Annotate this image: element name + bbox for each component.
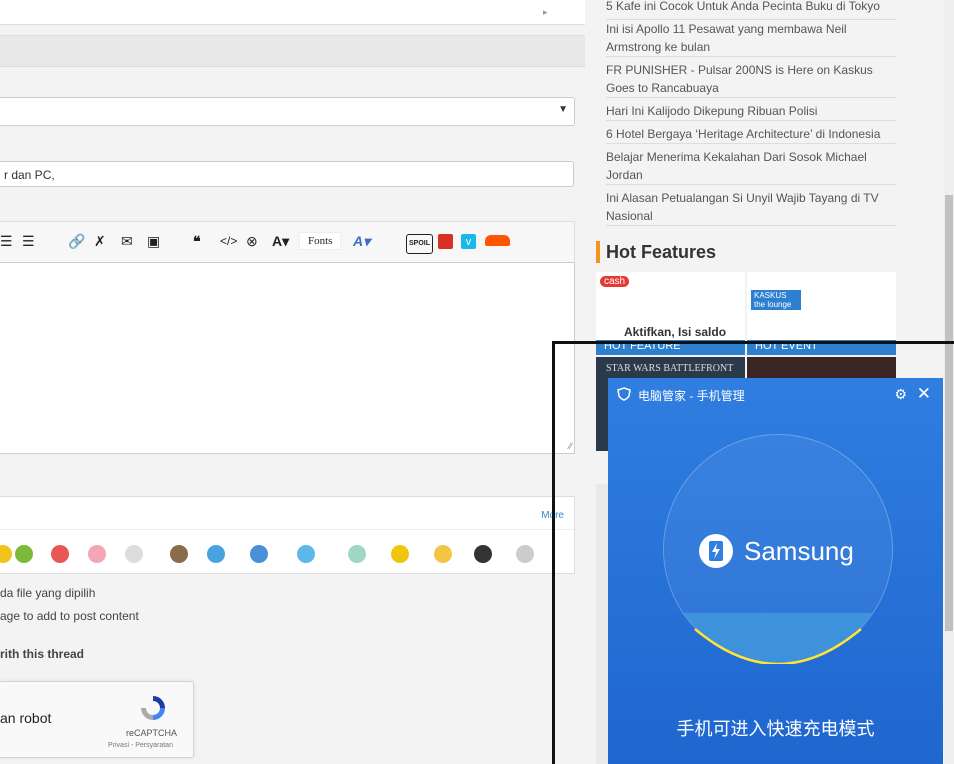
recaptcha-logo-icon <box>141 696 165 720</box>
quote-icon[interactable]: ❝ <box>193 233 201 249</box>
youtube-icon[interactable] <box>438 234 453 249</box>
smilies-panel: More <box>0 496 575 574</box>
popup-frame-border <box>552 341 954 344</box>
shield-icon <box>617 387 631 401</box>
smiley-icon[interactable] <box>88 545 106 563</box>
recaptcha-checkbox-label[interactable]: an robot <box>0 710 51 726</box>
resize-handle-icon[interactable]: ∕∕ <box>569 441 572 451</box>
smiley-icon[interactable] <box>474 545 492 563</box>
message-editor[interactable]: ∕∕ <box>0 262 575 454</box>
news-item[interactable]: FR PUNISHER - Pulsar 200NS is Here on Ka… <box>606 61 896 98</box>
cash-logo: cash <box>600 276 630 287</box>
smiley-icon[interactable] <box>0 545 12 563</box>
unlink-icon[interactable]: ✗ <box>94 233 106 249</box>
news-item[interactable]: Belajar Menerima Kekalahan Dari Sosok Mi… <box>606 148 896 185</box>
popup-title: 电脑管家 - 手机管理 <box>638 389 745 403</box>
lightning-bolt-icon <box>699 534 733 568</box>
font-size-icon[interactable]: A▾ <box>272 233 289 249</box>
top-panel: ▸ <box>0 0 585 25</box>
smiley-icon[interactable] <box>297 545 315 563</box>
indent-icon[interactable]: ☰ <box>22 233 35 249</box>
thumb-label: STAR WARS BATTLEFRONT <box>606 363 734 374</box>
fonts-dropdown[interactable]: Fonts <box>299 232 342 250</box>
spoiler-icon[interactable]: SPOIL <box>406 234 434 254</box>
smiley-icon[interactable] <box>15 545 33 563</box>
smiley-icon[interactable] <box>516 545 534 563</box>
fast-charge-message: 手机可进入快速充电模式 <box>676 719 875 739</box>
recaptcha-brand: reCAPTCHA <box>126 728 178 738</box>
smiley-icon[interactable] <box>125 545 143 563</box>
section-header-bar <box>0 35 585 67</box>
news-item[interactable]: 5 Kafe ini Cocok Untuk Anda Pecinta Buku… <box>606 0 896 20</box>
scroll-right-icon[interactable]: ▸ <box>543 7 548 18</box>
gear-icon[interactable]: ⚙ <box>894 386 907 403</box>
smiley-icon[interactable] <box>434 545 452 563</box>
link-icon[interactable]: 🔗 <box>68 233 85 249</box>
insert-image-hint: age to add to post content <box>0 609 139 623</box>
editor-toolbar: ☰ ☰ 🔗 ✗ ✉ ▣ ❝ </> ⊗ A▾ Fonts A▾ SPOIL v <box>0 221 575 263</box>
thumb-label: Aktifkan, Isi saldo <box>624 325 727 339</box>
hot-features-title: Hot Features <box>596 241 716 263</box>
recaptcha-widget[interactable]: an robot reCAPTCHA Privasi - Persyaratan <box>0 681 194 758</box>
image-icon[interactable]: ▣ <box>147 233 160 249</box>
lounge-logo: KASKUS the lounge <box>751 290 801 310</box>
device-brand-name: Samsung <box>744 536 854 566</box>
smiley-icon[interactable] <box>207 545 225 563</box>
news-item[interactable]: Hari Ini Kalijodo Dikepung Ribuan Polisi <box>606 102 896 121</box>
recaptcha-links[interactable]: Privasi - Persyaratan <box>108 742 173 749</box>
attachment-info: da file yang dipilih <box>0 586 96 600</box>
thread-title-input[interactable]: r dan PC, <box>0 161 574 187</box>
popup-frame-border <box>552 341 555 764</box>
soundcloud-icon[interactable] <box>485 235 510 246</box>
phone-manager-popup: 电脑管家 - 手机管理 ⚙ ✕ Samsung 手机可进入快速充电模式 <box>608 378 943 764</box>
smiley-icon[interactable] <box>51 545 69 563</box>
chevron-down-icon: ▼ <box>558 104 568 115</box>
smiley-icon[interactable] <box>250 545 268 563</box>
smilies-header: More <box>0 497 574 530</box>
smiley-icon[interactable] <box>391 545 409 563</box>
font-color-icon[interactable]: A▾ <box>353 233 370 249</box>
news-item[interactable]: 6 Hotel Bergaya ‘Heritage Architecture’ … <box>606 125 896 144</box>
code-icon[interactable]: </> <box>220 233 237 249</box>
smiley-icon[interactable] <box>348 545 366 563</box>
email-icon[interactable]: ✉ <box>121 233 133 249</box>
news-item[interactable]: Ini isi Apollo 11 Pesawat yang membawa N… <box>606 20 896 57</box>
noparse-icon[interactable]: ⊗ <box>246 233 258 249</box>
close-icon[interactable]: ✕ <box>917 384 931 404</box>
category-select[interactable]: ▼ <box>0 97 575 126</box>
outdent-icon[interactable]: ☰ <box>0 233 13 249</box>
vimeo-icon[interactable]: v <box>461 234 476 249</box>
scrollbar-thumb[interactable] <box>945 195 953 631</box>
news-item[interactable]: Ini Alasan Petualangan Si Unyil Wajib Ta… <box>606 189 896 226</box>
smiley-icon[interactable] <box>170 545 188 563</box>
subscribe-thread-label: rith this thread <box>0 647 85 661</box>
